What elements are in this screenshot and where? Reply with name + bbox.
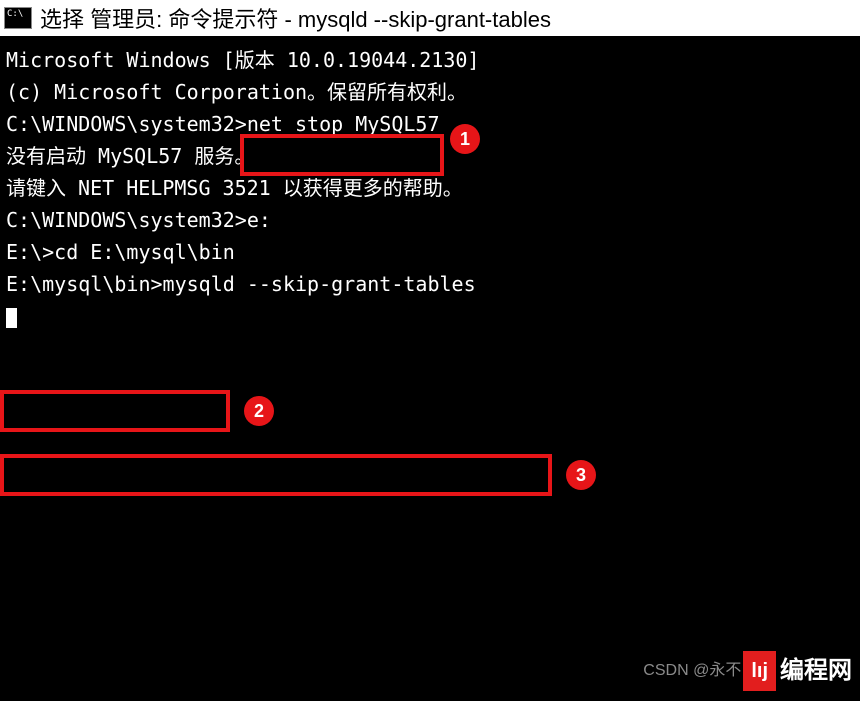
output-line: Microsoft Windows [版本 10.0.19044.2130]: [6, 44, 854, 76]
command: cd E:\mysql\bin: [54, 240, 235, 264]
command: mysqld --skip-grant-tables: [163, 272, 476, 296]
prompt-line: C:\WINDOWS\system32>net stop MySQL57: [6, 108, 854, 140]
output-line: (c) Microsoft Corporation。保留所有权利。: [6, 76, 854, 108]
terminal-area[interactable]: Microsoft Windows [版本 10.0.19044.2130] (…: [0, 36, 860, 701]
cursor-icon: [6, 308, 17, 328]
prompt-line: E:\mysql\bin>mysqld --skip-grant-tables: [6, 268, 854, 300]
prompt: E:\mysql\bin>: [6, 272, 163, 296]
watermark-prefix: CSDN @永不: [643, 658, 741, 684]
annotation-box-3: [0, 454, 552, 496]
cursor-line: [6, 300, 854, 332]
annotation-badge-2: 2: [244, 396, 274, 426]
window-title: 选择 管理员: 命令提示符 - mysqld --skip-grant-tabl…: [40, 2, 551, 34]
watermark-brand: 编程网: [780, 652, 852, 690]
title-bar[interactable]: 选择 管理员: 命令提示符 - mysqld --skip-grant-tabl…: [0, 0, 860, 36]
prompt-line: E:\>cd E:\mysql\bin: [6, 236, 854, 268]
watermark-logo-icon: lıj: [743, 651, 776, 691]
command: net stop MySQL57: [247, 112, 440, 136]
annotation-badge-1: 1: [450, 124, 480, 154]
prompt-line: C:\WINDOWS\system32>e:: [6, 204, 854, 236]
annotation-box-2: [0, 390, 230, 432]
annotation-badge-3: 3: [566, 460, 596, 490]
output-line: 请键入 NET HELPMSG 3521 以获得更多的帮助。: [6, 172, 854, 204]
output-line: 没有启动 MySQL57 服务。: [6, 140, 854, 172]
prompt: C:\WINDOWS\system32>: [6, 112, 247, 136]
watermark: CSDN @永不 lıj 编程网: [643, 651, 852, 691]
prompt: E:\>: [6, 240, 54, 264]
cmd-icon: [4, 7, 32, 29]
